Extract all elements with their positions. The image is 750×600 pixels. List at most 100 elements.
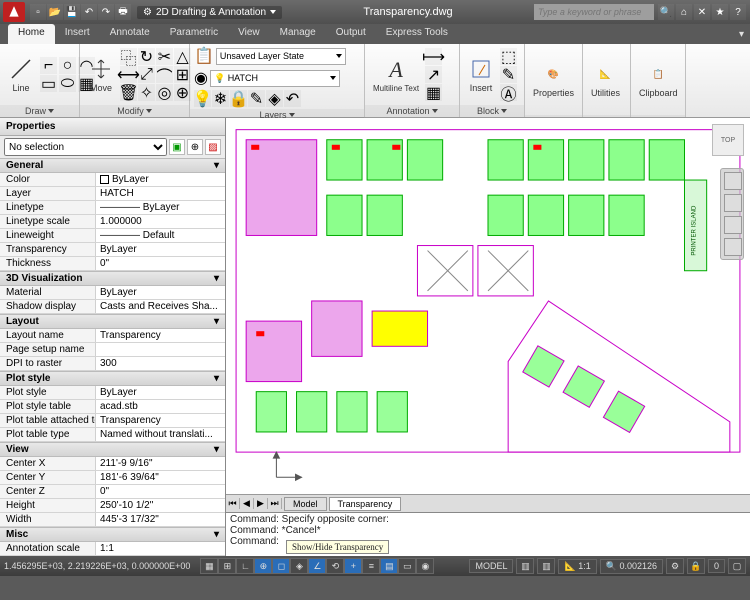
prop-row[interactable]: Linetype scale1.000000 <box>0 215 225 229</box>
prop-row[interactable]: Thickness0" <box>0 257 225 271</box>
create-block-icon[interactable]: ⬚ <box>500 48 517 65</box>
mirror-icon[interactable]: △ <box>174 48 191 65</box>
clean-screen-icon[interactable]: ▢ <box>728 558 746 574</box>
rectangle-icon[interactable]: ▭ <box>40 75 57 92</box>
subscription-icon[interactable]: ⌂ <box>676 4 692 20</box>
ellipse-icon[interactable]: ⬭ <box>59 75 76 92</box>
layout-tab-model[interactable]: Model <box>284 497 327 511</box>
prop-row[interactable]: Center Z0" <box>0 485 225 499</box>
ribbon-tab-parametric[interactable]: Parametric <box>160 24 228 44</box>
transparency-button[interactable]: ▤ <box>380 558 398 574</box>
layer-state-dropdown[interactable]: Unsaved Layer State <box>216 48 346 65</box>
panel-modify-label[interactable]: Modify <box>80 105 189 117</box>
sc-button[interactable]: ◉ <box>416 558 434 574</box>
viewport-scale-button[interactable]: 🔍 0.002126 <box>600 559 663 574</box>
polyline-icon[interactable]: ⌐ <box>40 57 57 74</box>
annotation-scale-button[interactable]: 📐 1:1 <box>558 559 596 574</box>
layer-off-icon[interactable]: 💡 <box>194 90 211 107</box>
attr-icon[interactable]: Ⓐ <box>500 84 517 101</box>
prop-row[interactable]: Linetype———— ByLayer <box>0 201 225 215</box>
ribbon-min-icon[interactable]: ▾ <box>739 29 744 40</box>
dimension-icon[interactable]: ⟼ <box>425 48 442 65</box>
prop-category[interactable]: Plot style▾ <box>0 371 225 386</box>
prop-row[interactable]: Page setup name <box>0 343 225 357</box>
move-button[interactable]: Move <box>84 54 118 95</box>
rotate-icon[interactable]: ↻ <box>138 48 155 65</box>
panel-draw-label[interactable]: Draw <box>0 105 79 117</box>
tab-next-icon[interactable]: ▶ <box>254 498 268 509</box>
selection-dropdown[interactable]: No selection <box>4 138 167 156</box>
favorite-icon[interactable]: ★ <box>712 4 728 20</box>
copy-icon[interactable]: ⿻ <box>120 48 137 65</box>
prop-row[interactable]: TransparencyByLayer <box>0 243 225 257</box>
steering-icon[interactable] <box>724 238 742 256</box>
prop-row[interactable]: LayerHATCH <box>0 187 225 201</box>
orbit-icon[interactable] <box>724 216 742 234</box>
clipboard-panel-button[interactable]: 📋Clipboard <box>635 59 682 100</box>
layer-match-icon[interactable]: ✎ <box>248 90 265 107</box>
prop-category[interactable]: General▾ <box>0 158 225 173</box>
erase-icon[interactable]: 🗑 <box>120 84 137 101</box>
navigation-bar[interactable] <box>720 168 744 260</box>
ribbon-tab-home[interactable]: Home <box>8 24 55 44</box>
search-icon[interactable]: 🔍 <box>658 4 674 20</box>
ribbon-tab-insert[interactable]: Insert <box>55 24 100 44</box>
qat-save-icon[interactable]: 💾 <box>64 4 80 20</box>
prop-row[interactable]: Plot table typeNamed without translati..… <box>0 428 225 442</box>
layer-prev-icon[interactable]: ↶ <box>284 90 301 107</box>
layout-tab-transparency[interactable]: Transparency <box>329 497 402 511</box>
model-paper-toggle[interactable]: MODEL <box>469 559 513 573</box>
ribbon-tab-view[interactable]: View <box>228 24 270 44</box>
polar-button[interactable]: ⊕ <box>254 558 272 574</box>
scale-icon[interactable]: ⤢ <box>138 66 155 83</box>
fillet-icon[interactable]: ⌒ <box>156 66 173 83</box>
quickview-layouts-icon[interactable]: ▥ <box>516 558 534 574</box>
qat-print-icon[interactable]: 🖶 <box>115 4 131 20</box>
pan-icon[interactable] <box>724 172 742 190</box>
osnap-button[interactable]: ◻ <box>272 558 290 574</box>
ribbon-tab-manage[interactable]: Manage <box>270 24 326 44</box>
prop-category[interactable]: View▾ <box>0 442 225 457</box>
workspace-switcher[interactable]: ⚙2D Drafting & Annotation <box>137 6 282 19</box>
3dosnap-button[interactable]: ◈ <box>290 558 308 574</box>
leader-icon[interactable]: ↗ <box>425 66 442 83</box>
quickselect-icon[interactable]: ▣ <box>169 139 185 155</box>
stretch-icon[interactable]: ⟷ <box>120 66 137 83</box>
prop-row[interactable]: Plot table attached toTransparency <box>0 414 225 428</box>
viewcube[interactable]: TOP <box>712 124 744 156</box>
dyn-button[interactable]: + <box>344 558 362 574</box>
prop-category[interactable]: Layout▾ <box>0 314 225 329</box>
layer-freeze-icon[interactable]: ❄ <box>212 90 229 107</box>
prop-row[interactable]: Plot style tableacad.stb <box>0 400 225 414</box>
ribbon-tab-output[interactable]: Output <box>326 24 376 44</box>
application-menu-button[interactable] <box>3 2 25 22</box>
utilities-panel-button[interactable]: 📐Utilities <box>587 59 624 100</box>
array-icon[interactable]: ⊞ <box>174 66 191 83</box>
prop-category[interactable]: Misc▾ <box>0 527 225 542</box>
layer-color-icon[interactable]: ◉ <box>194 68 208 88</box>
join-icon[interactable]: ⊕ <box>174 84 191 101</box>
panel-annotation-label[interactable]: Annotation <box>365 105 459 117</box>
tab-first-icon[interactable]: ⏮ <box>226 498 240 509</box>
prop-row[interactable]: MaterialByLayer <box>0 286 225 300</box>
notification-count[interactable]: 0 <box>708 559 725 573</box>
infocenter-search-input[interactable] <box>534 4 654 20</box>
prop-row[interactable]: Shadow displayCasts and Receives Sha... <box>0 300 225 314</box>
qat-redo-icon[interactable]: ↷ <box>98 4 114 20</box>
panel-block-label[interactable]: Block <box>460 105 524 117</box>
coordinates-readout[interactable]: 1.456295E+03, 2.219226E+03, 0.000000E+00 <box>4 561 190 571</box>
properties-panel-button[interactable]: 🎨Properties <box>529 59 578 100</box>
prop-row[interactable]: Center Y181'-6 39/64" <box>0 471 225 485</box>
select-objects-icon[interactable]: ▨ <box>205 139 221 155</box>
layer-current-dropdown[interactable]: 💡 HATCH <box>210 70 340 87</box>
qat-new-icon[interactable]: ▫ <box>30 4 46 20</box>
ribbon-tab-express-tools[interactable]: Express Tools <box>376 24 458 44</box>
prop-row[interactable]: Annotation scale1:1 <box>0 542 225 556</box>
layer-lock-icon[interactable]: 🔒 <box>230 90 247 107</box>
prop-row[interactable]: Center X211'-9 9/16" <box>0 457 225 471</box>
offset-icon[interactable]: ◎ <box>156 84 173 101</box>
tab-last-icon[interactable]: ⏭ <box>268 498 282 509</box>
prop-row[interactable]: Lineweight———— Default <box>0 229 225 243</box>
tab-prev-icon[interactable]: ◀ <box>240 498 254 509</box>
qat-open-icon[interactable]: 📂 <box>47 4 63 20</box>
